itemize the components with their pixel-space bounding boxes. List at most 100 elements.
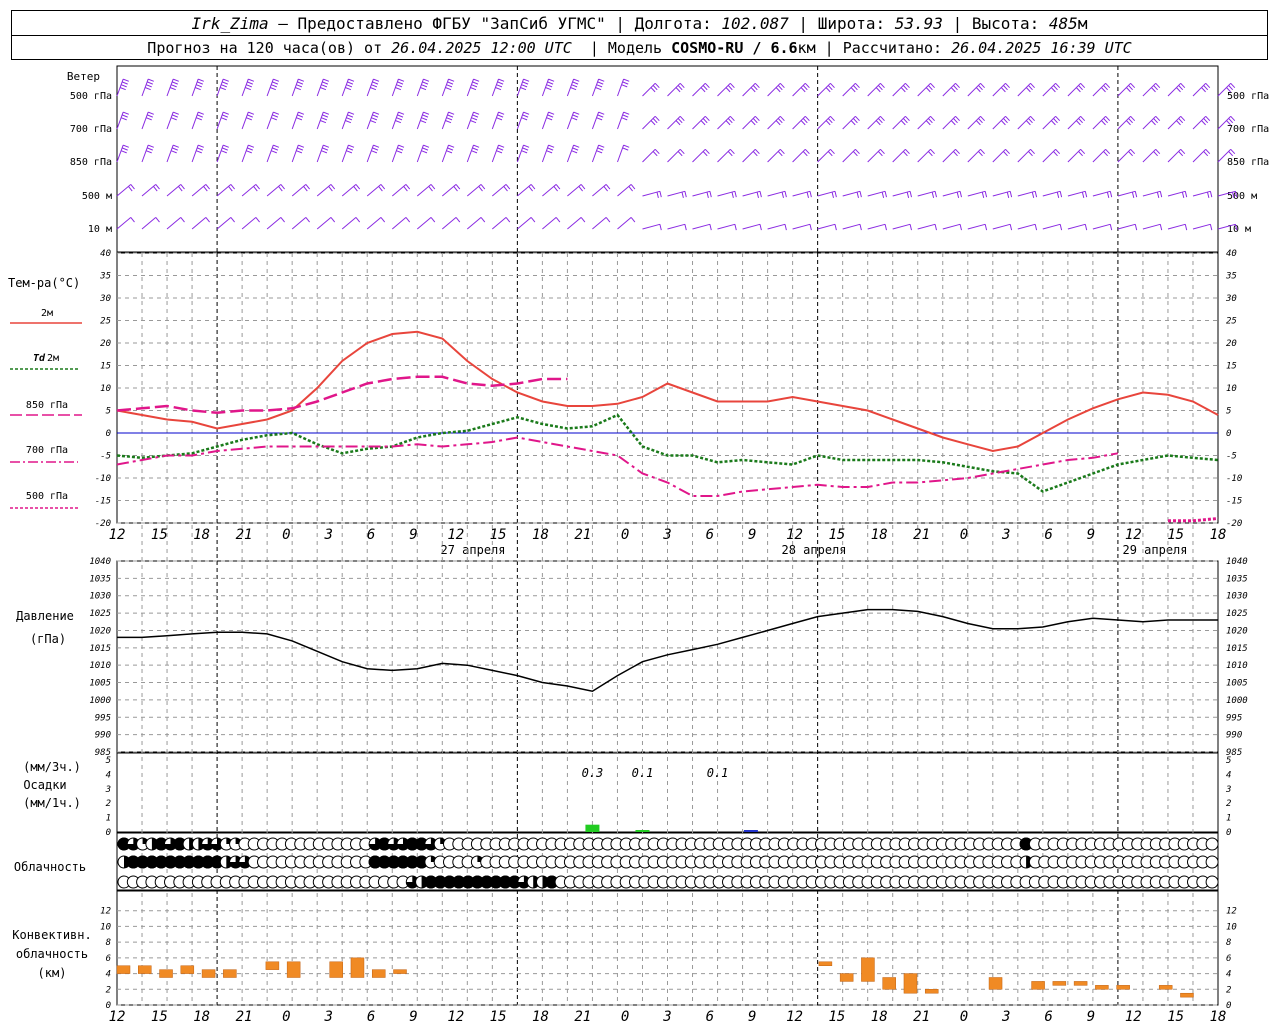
wind-barb — [792, 115, 810, 130]
day-label-1: 27 апреля — [440, 543, 505, 557]
wind-barb — [516, 78, 530, 97]
wind-barb — [642, 190, 662, 199]
wind-barb — [266, 217, 285, 230]
conv-bar — [371, 969, 386, 978]
wind-barb — [992, 190, 1013, 199]
wind-barb — [817, 190, 837, 199]
wind-barb — [617, 144, 630, 163]
wind-barb — [1042, 115, 1061, 130]
wind-barb — [742, 148, 760, 163]
wind-barb — [692, 223, 712, 231]
wind-barb — [216, 144, 229, 163]
wind-barb — [291, 184, 310, 197]
x-tick-label: 18 — [193, 1009, 210, 1024]
precip-title: Осадки — [23, 778, 66, 792]
wind-barb — [817, 148, 835, 163]
wind-barb — [341, 217, 361, 230]
x-tick-label: 12 — [786, 527, 803, 543]
wind-barb — [591, 144, 605, 163]
wind-barb — [166, 217, 185, 230]
conv-bar — [350, 957, 365, 978]
wind-barb — [116, 184, 135, 197]
wind-barb — [817, 115, 835, 130]
wind-barb — [942, 223, 962, 231]
wind-barb — [717, 190, 737, 199]
wind-barb — [1017, 190, 1038, 199]
wind-barb — [717, 148, 735, 163]
wind-barb — [566, 144, 580, 163]
pressure-y-tick: 1005 — [89, 679, 111, 689]
conv-bar — [201, 969, 216, 978]
day-label-2: 28 апреля — [781, 543, 846, 557]
temp-y-tick-right: 20 — [1226, 339, 1237, 349]
wind-barb — [1117, 148, 1136, 163]
wind-barb — [642, 82, 660, 97]
precip-value-label: 0.1 — [707, 766, 729, 780]
pressure-y-tick-right: 1030 — [1226, 592, 1248, 602]
wind-barb — [291, 144, 305, 163]
x-tick-label: 0 — [282, 1009, 290, 1024]
wind-barb — [942, 148, 960, 163]
wind-barb — [1192, 190, 1213, 199]
pressure-y-tick-right: 995 — [1226, 713, 1242, 723]
temp-title: Тем-ра(°C) — [8, 276, 80, 290]
pressure-y-tick-right: 1000 — [1226, 696, 1248, 706]
x-tick-label: 0 — [621, 1009, 629, 1024]
wind-barb — [241, 144, 255, 163]
temp-y-tick-right: 15 — [1226, 362, 1237, 372]
wind-barb — [1092, 223, 1113, 231]
wind-barb — [1192, 82, 1211, 97]
pressure-y-tick: 1035 — [89, 574, 111, 584]
wind-barb — [191, 217, 210, 230]
wind-barb — [692, 148, 710, 163]
conv-bar — [180, 965, 195, 974]
legend-td-suffix: 2м — [47, 353, 59, 364]
pressure-y-tick: 1010 — [89, 661, 111, 671]
conv-bar — [818, 961, 833, 966]
wind-barb — [1142, 115, 1161, 130]
wind-barb — [1117, 115, 1136, 130]
wind-barb — [1092, 82, 1111, 97]
wind-barb — [191, 184, 210, 197]
precip-y-tick: 2 — [106, 799, 111, 809]
wind-barb — [291, 78, 305, 97]
wind-barb — [792, 190, 812, 199]
temp-y-tick-right: 30 — [1225, 294, 1237, 304]
temp-y-tick: 15 — [100, 362, 111, 372]
wind-barb — [742, 223, 762, 231]
wind-barb — [817, 82, 835, 97]
wind-barb — [1142, 223, 1163, 231]
wind-barb — [1167, 115, 1186, 130]
wind-barb — [942, 115, 960, 130]
x-tick-label: 15 — [1167, 527, 1184, 543]
legend-850-label: 850 гПа — [26, 400, 68, 411]
wind-barb — [792, 82, 810, 97]
precip-3h-unit: (мм/3ч.) — [23, 760, 81, 774]
wind-barb — [466, 144, 480, 163]
x-tick-label: 9 — [748, 527, 756, 543]
wind-panel — [116, 65, 1219, 253]
wind-barb — [416, 184, 436, 197]
wind-barb — [692, 190, 712, 199]
temp-y-tick-right: 10 — [1226, 384, 1237, 394]
x-tick-label: 0 — [282, 527, 290, 543]
wind-barb — [542, 217, 561, 230]
x-tick-label: 9 — [409, 527, 417, 543]
wind-barb — [316, 144, 330, 163]
conv-panel — [116, 890, 1219, 1006]
wind-barb — [316, 184, 336, 197]
wind-barb — [642, 223, 662, 231]
wind-barb — [717, 82, 735, 97]
wind-barb — [141, 78, 154, 97]
wind-barb — [1067, 115, 1086, 130]
precip-y-tick: 1 — [106, 814, 111, 824]
wind-barb — [692, 115, 710, 130]
wind-barb — [917, 82, 935, 97]
wind-barb — [667, 223, 687, 231]
conv-title: Конвективн. — [12, 928, 91, 942]
conv-bar — [882, 977, 896, 990]
precip-y-tick-right: 4 — [1226, 770, 1231, 780]
pressure-y-tick: 1020 — [89, 626, 111, 636]
wind-barb — [892, 148, 910, 163]
wind-barb — [1067, 190, 1088, 199]
